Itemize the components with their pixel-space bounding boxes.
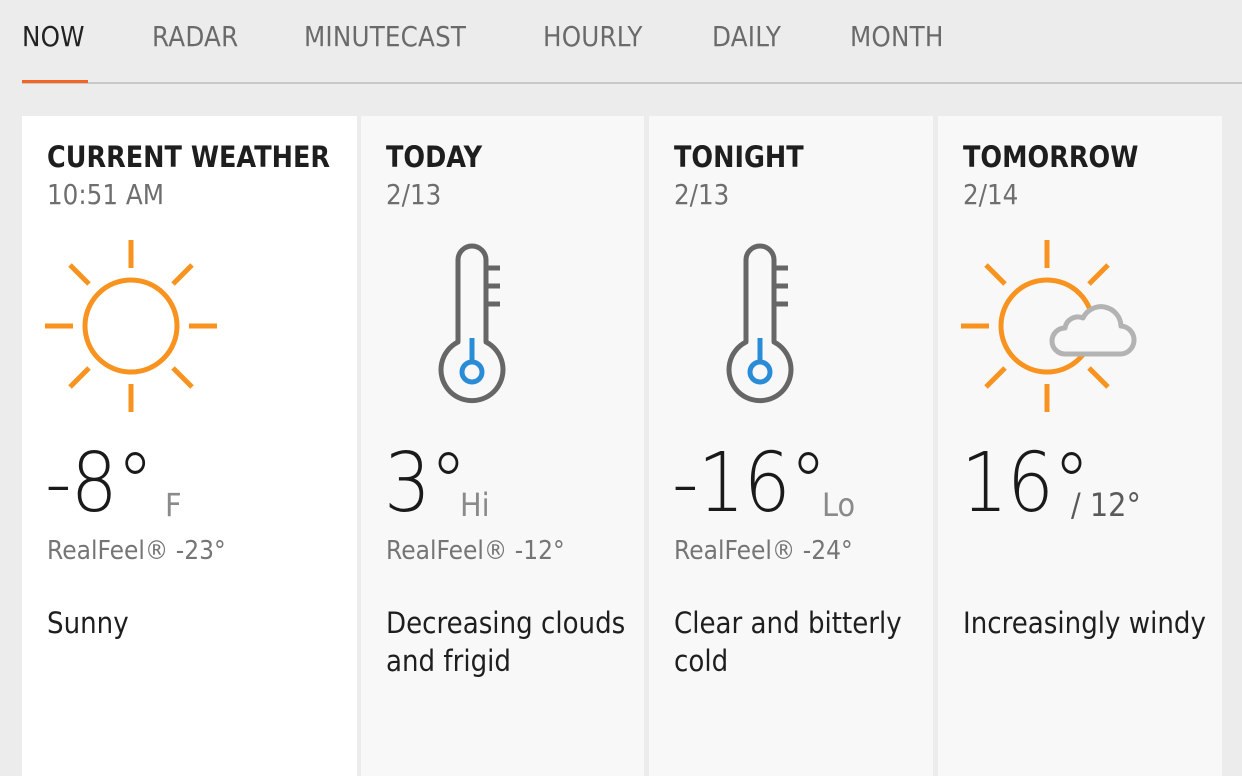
- tomorrow-card[interactable]: TOMORROW 2/14 16° / 12° Increasingly win…: [938, 116, 1222, 776]
- tab-minutecast[interactable]: MINUTECAST: [304, 17, 466, 57]
- card-title: CURRENT WEATHER: [47, 140, 331, 174]
- today-card[interactable]: TODAY 2/13 3° Hi RealFeel® -12° Decreasi…: [361, 116, 644, 776]
- temperature-row: -8° F: [45, 434, 182, 534]
- card-date: 2/14: [963, 178, 1019, 211]
- card-title: TONIGHT: [674, 140, 804, 174]
- tab-hourly[interactable]: HOURLY: [543, 17, 643, 57]
- weather-phrase: Sunny: [47, 606, 129, 640]
- tonight-card[interactable]: TONIGHT 2/13 -16° Lo RealFeel® -24° Clea…: [649, 116, 933, 776]
- tab-month[interactable]: MONTH: [850, 17, 944, 57]
- sun-cloud-icon: [961, 240, 1137, 412]
- high-temperature: 16°: [961, 436, 1090, 531]
- current-temperature: -8°: [45, 436, 154, 531]
- temperature-unit: F: [165, 486, 182, 524]
- sun-icon: [45, 240, 217, 412]
- realfeel-temperature: RealFeel® -12°: [386, 536, 565, 566]
- weather-phrase: Clear and bitterly cold: [674, 606, 902, 678]
- temperature-row: -16° Lo: [672, 434, 855, 534]
- high-temperature: 3°: [384, 436, 467, 531]
- temperature-row: 16° / 12°: [961, 434, 1141, 534]
- weather-phrase: Increasingly windy: [963, 606, 1206, 640]
- card-title: TODAY: [386, 140, 483, 174]
- low-temperature: / 12°: [1071, 486, 1141, 524]
- active-tab-indicator: [22, 80, 88, 83]
- high-label: Hi: [460, 486, 490, 524]
- card-title: TOMORROW: [963, 140, 1139, 174]
- tabs-divider: [22, 82, 1242, 84]
- card-time: 10:51 AM: [47, 178, 164, 211]
- weather-phrase: Decreasing clouds and frigid: [386, 606, 626, 678]
- realfeel-temperature: RealFeel® -23°: [47, 536, 226, 566]
- thermometer-cold-icon: [438, 243, 506, 404]
- tab-daily[interactable]: DAILY: [712, 17, 781, 57]
- tab-now[interactable]: NOW: [22, 17, 85, 57]
- tab-radar[interactable]: RADAR: [152, 17, 238, 57]
- thermometer-cold-icon: [726, 243, 794, 404]
- low-temperature: -16°: [672, 436, 827, 531]
- temperature-row: 3° Hi: [384, 434, 490, 534]
- low-label: Lo: [822, 486, 856, 524]
- current-weather-card[interactable]: CURRENT WEATHER 10:51 AM -8° F RealFeel®…: [22, 116, 357, 776]
- card-date: 2/13: [386, 178, 442, 211]
- forecast-tabs: NOW RADAR MINUTECAST HOURLY DAILY MONTH: [0, 0, 1242, 84]
- realfeel-temperature: RealFeel® -24°: [674, 536, 853, 566]
- card-date: 2/13: [674, 178, 730, 211]
